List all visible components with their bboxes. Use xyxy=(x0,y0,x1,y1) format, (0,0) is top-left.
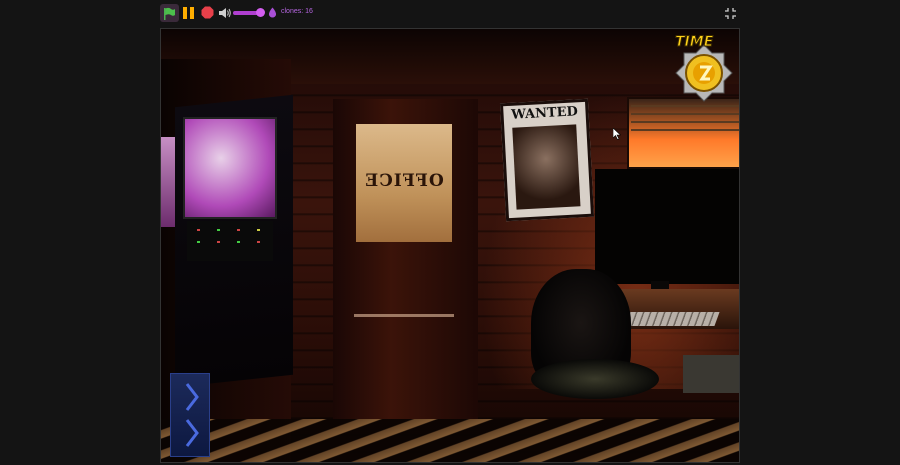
chevron-right-icon xyxy=(185,383,199,411)
camera-nav-panel[interactable] xyxy=(170,373,210,457)
arcade-side-screen xyxy=(161,137,175,227)
door-handle-bar xyxy=(354,314,454,317)
mouse-cursor-icon xyxy=(613,128,621,140)
arcade-screen xyxy=(183,117,277,219)
wanted-poster: WANTED xyxy=(499,98,595,222)
clone-counter: clones: 16 xyxy=(281,8,313,15)
green-flag-button[interactable] xyxy=(160,4,179,22)
fullscreen-button[interactable] xyxy=(722,5,738,21)
poster-title: WANTED xyxy=(510,104,579,123)
chevron-right-icon xyxy=(185,419,199,447)
green-flag-icon xyxy=(164,7,175,20)
side-cabinet xyxy=(683,355,739,393)
striped-floor xyxy=(161,419,739,462)
arcade-control-panel xyxy=(187,221,273,261)
volume-button[interactable] xyxy=(218,5,232,21)
pause-icon xyxy=(183,7,194,19)
window xyxy=(627,97,739,169)
toolbar: clones: 16 xyxy=(0,0,900,27)
clone-icon xyxy=(268,7,277,18)
stop-icon xyxy=(201,6,213,18)
fullscreen-icon xyxy=(724,7,736,19)
game-stage[interactable]: OFFICE WANTED TIME xyxy=(160,28,740,463)
computer-monitor[interactable] xyxy=(595,169,739,284)
chair-seat xyxy=(531,359,659,399)
pause-button[interactable] xyxy=(181,4,196,22)
door-sign: OFFICE xyxy=(364,171,444,191)
volume-icon xyxy=(218,8,231,18)
volume-slider-knob[interactable] xyxy=(256,8,265,17)
time-logo-text: TIME xyxy=(674,34,714,51)
poster-image xyxy=(512,124,581,210)
stop-button[interactable] xyxy=(200,5,214,19)
